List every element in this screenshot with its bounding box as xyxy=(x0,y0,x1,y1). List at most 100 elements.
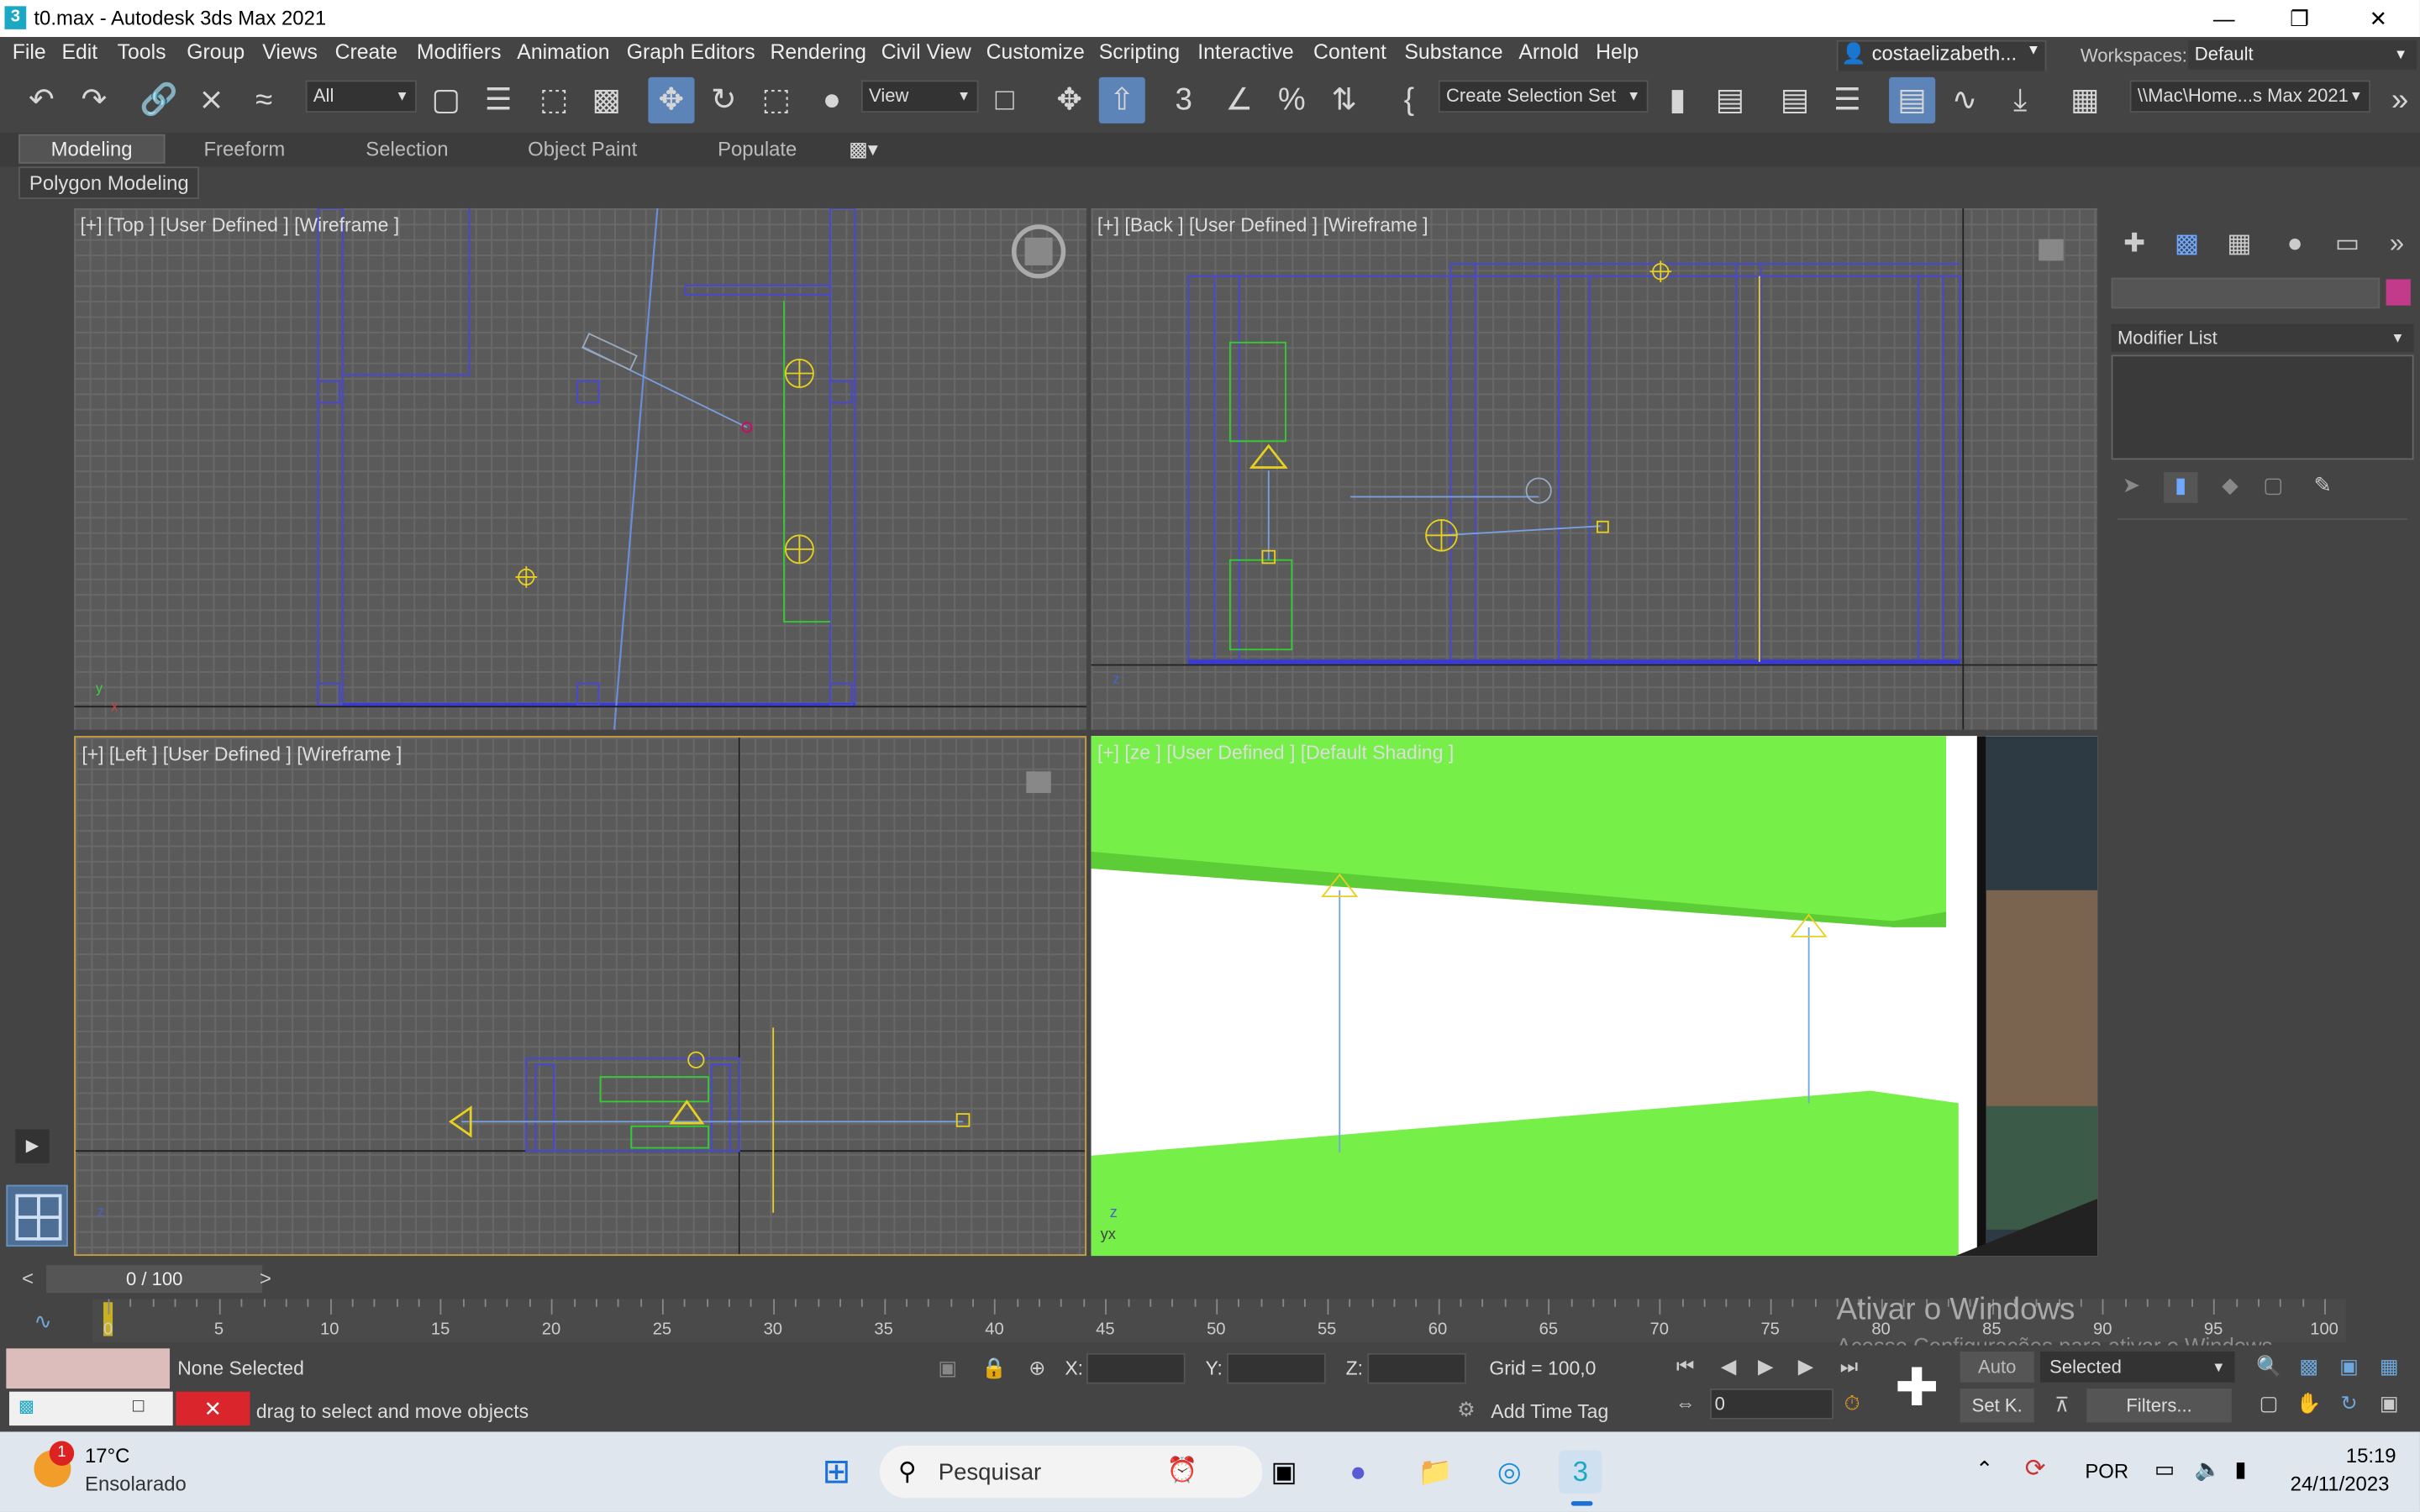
menu-civil-view[interactable]: Civil View xyxy=(881,40,971,64)
restore-button[interactable]: ❐ xyxy=(2264,0,2334,37)
select-object-icon[interactable]: ▢ xyxy=(423,77,469,123)
selection-filter-dropdown[interactable]: All ▼ xyxy=(305,80,417,113)
bind-spacewarp-icon[interactable]: ≈ xyxy=(241,77,287,123)
tab-selection[interactable]: Selection xyxy=(366,137,448,160)
hidden-icons-chevron-icon[interactable]: ⌃ xyxy=(1975,1457,1994,1483)
menu-substance[interactable]: Substance xyxy=(1404,40,1502,64)
angle-snap-icon[interactable]: ∠ xyxy=(1216,77,1262,123)
pivot-center-icon[interactable]: □ xyxy=(981,77,1028,123)
add-time-tag[interactable]: Add Time Tag xyxy=(1491,1401,1608,1423)
auto-key-button[interactable]: Auto xyxy=(1960,1351,2034,1383)
workspaces-dropdown[interactable]: Default ▼ xyxy=(2188,39,2417,70)
menu-graph-editors[interactable]: Graph Editors xyxy=(627,40,755,64)
network-icon[interactable]: ▭ xyxy=(2154,1457,2175,1483)
maxscript-listener[interactable] xyxy=(6,1348,171,1389)
modifier-stack[interactable] xyxy=(2111,354,2414,460)
modify-tab-icon[interactable]: ▩ xyxy=(2167,225,2207,262)
windows-start-icon[interactable]: ⊞ xyxy=(815,1450,858,1493)
edge-browser-icon[interactable]: ◎ xyxy=(1488,1450,1531,1493)
create-tab-icon[interactable]: ✚ xyxy=(2114,225,2154,262)
mini-restore-icon[interactable]: □ xyxy=(133,1394,144,1416)
undo-icon[interactable]: ↶ xyxy=(18,77,65,123)
curve-editor-mini-icon[interactable]: ∿ xyxy=(34,1309,52,1335)
viewport-label-perspective[interactable]: [+] [ze ] [User Defined ] [Default Shadi… xyxy=(1097,742,1454,764)
make-unique-icon[interactable]: ◆ xyxy=(2213,472,2247,503)
update-icon[interactable]: ⟳ xyxy=(2025,1453,2046,1484)
input-language[interactable]: POR xyxy=(2085,1460,2128,1483)
viewport-back[interactable]: z [+] [Back ] [User Defined ] [Wireframe… xyxy=(1091,207,2098,730)
viewport-top[interactable]: y x [+] [Top ] [User Defined ] [Wirefram… xyxy=(74,207,1087,730)
time-slider-prev-button[interactable]: < xyxy=(13,1265,44,1293)
z-coordinate-field[interactable] xyxy=(1367,1352,1466,1384)
clock-time[interactable]: 15:19 xyxy=(2346,1444,2396,1467)
zoom-all-icon[interactable]: ▩ xyxy=(2293,1353,2324,1381)
hierarchy-tab-icon[interactable]: ▦ xyxy=(2219,225,2260,262)
select-move-icon[interactable]: ✥ xyxy=(648,76,695,123)
object-name-field[interactable] xyxy=(2111,277,2381,309)
menu-content[interactable]: Content xyxy=(1313,40,1386,64)
polygon-modeling-button[interactable]: Polygon Modeling xyxy=(18,166,200,199)
menu-file[interactable]: File xyxy=(13,40,46,64)
menu-scripting[interactable]: Scripting xyxy=(1099,40,1180,64)
keyboard-shortcut-override-icon[interactable]: ⇧ xyxy=(1098,76,1145,123)
viewport-label-top[interactable]: [+] [Top ] [User Defined ] [Wireframe ] xyxy=(81,214,400,236)
expand-toolbar-icon[interactable]: » xyxy=(2377,77,2420,123)
scale-icon[interactable]: ⬚ xyxy=(753,77,799,123)
viewport-perspective[interactable]: yx z [+] [ze ] [User Defined ] [Default … xyxy=(1091,736,2098,1257)
viewport-label-back[interactable]: [+] [Back ] [User Defined ] [Wireframe ] xyxy=(1097,214,1428,236)
tab-object-paint[interactable]: Object Paint xyxy=(528,137,637,160)
menu-views[interactable]: Views xyxy=(262,40,318,64)
motion-tab-icon[interactable]: ● xyxy=(2275,225,2315,262)
configure-modifier-sets-icon[interactable]: ✎ xyxy=(2306,472,2339,503)
key-tangent-icon[interactable]: ⊼ xyxy=(2046,1392,2077,1420)
field-of-view-icon[interactable]: ▢ xyxy=(2254,1390,2285,1418)
clock-date[interactable]: 24/11/2023 xyxy=(2291,1472,2390,1495)
rotate-icon[interactable]: ↻ xyxy=(701,77,747,123)
zoom-extents-icon[interactable]: ▣ xyxy=(2333,1353,2365,1381)
maximize-viewport-icon[interactable]: ▣ xyxy=(2374,1390,2405,1418)
menu-edit[interactable]: Edit xyxy=(61,40,97,64)
next-frame-icon[interactable]: ▶ xyxy=(1791,1353,1822,1381)
mirror-icon[interactable]: ▮ xyxy=(1655,77,1701,123)
show-end-result-icon[interactable]: ▮ xyxy=(2164,472,2198,503)
goto-end-icon[interactable]: ⏭ xyxy=(1833,1353,1865,1381)
viewport-label-left[interactable]: [+] [Left ] [User Defined ] [Wireframe ] xyxy=(82,743,402,765)
link-icon[interactable]: 🔗 xyxy=(136,77,182,123)
reference-coordinate-dropdown[interactable]: View ▼ xyxy=(860,80,979,113)
viewport-left[interactable]: z [+] [Left ] [User Defined ] [Wireframe… xyxy=(74,736,1087,1257)
maxscript-mini-window[interactable]: ▩ □ xyxy=(9,1391,173,1426)
material-editor-icon[interactable]: ▦ xyxy=(2062,77,2108,123)
scene-explorer-icon[interactable]: ▤ xyxy=(1772,77,1818,123)
tab-modeling[interactable]: Modeling xyxy=(18,134,166,164)
key-mode-icon[interactable]: ⇔ xyxy=(1670,1390,1701,1418)
previous-frame-icon[interactable]: ◀ xyxy=(1713,1353,1744,1381)
select-manipulate-icon[interactable]: ✥ xyxy=(1046,77,1092,123)
percent-snap-icon[interactable]: % xyxy=(1269,77,1315,123)
time-slider-next-button[interactable]: > xyxy=(250,1265,281,1293)
key-filters-button[interactable]: Filters... xyxy=(2086,1389,2232,1423)
menu-arnold[interactable]: Arnold xyxy=(1518,40,1579,64)
goto-start-icon[interactable]: ⏮ xyxy=(1670,1353,1701,1381)
menu-customize[interactable]: Customize xyxy=(986,40,1085,64)
minimize-button[interactable]: — xyxy=(2188,0,2259,37)
zoom-icon[interactable]: 🔍 xyxy=(2254,1353,2285,1381)
pin-stack-icon[interactable]: ➤ xyxy=(2114,472,2148,503)
menu-help[interactable]: Help xyxy=(1596,40,1639,64)
menu-modifiers[interactable]: Modifiers xyxy=(417,40,502,64)
menu-rendering[interactable]: Rendering xyxy=(771,40,866,64)
menu-interactive[interactable]: Interactive xyxy=(1197,40,1293,64)
file-explorer-icon[interactable]: 📁 xyxy=(1413,1450,1456,1493)
viewport-layout-icon[interactable] xyxy=(6,1184,68,1247)
toggle-ribbon-icon[interactable]: ▤ xyxy=(1889,76,1936,123)
snaps-toggle-icon[interactable]: 3 xyxy=(1160,77,1207,123)
zoom-extents-all-icon[interactable]: ▦ xyxy=(2374,1353,2405,1381)
window-crossing-icon[interactable]: ▩ xyxy=(583,77,629,123)
layer-explorer-icon[interactable]: ☰ xyxy=(1824,77,1870,123)
menu-group[interactable]: Group xyxy=(187,40,245,64)
taskbar-search-box[interactable]: ⚲ Pesquisar ⏰ xyxy=(879,1445,1263,1499)
time-slider-frame[interactable]: 0 / 100 xyxy=(46,1265,263,1294)
rect-selection-icon[interactable]: ⬚ xyxy=(531,77,577,123)
selection-lock-icon[interactable]: 🔒 xyxy=(978,1355,1009,1383)
menu-tools[interactable]: Tools xyxy=(118,40,166,64)
close-icon[interactable]: ✕ xyxy=(176,1391,250,1426)
